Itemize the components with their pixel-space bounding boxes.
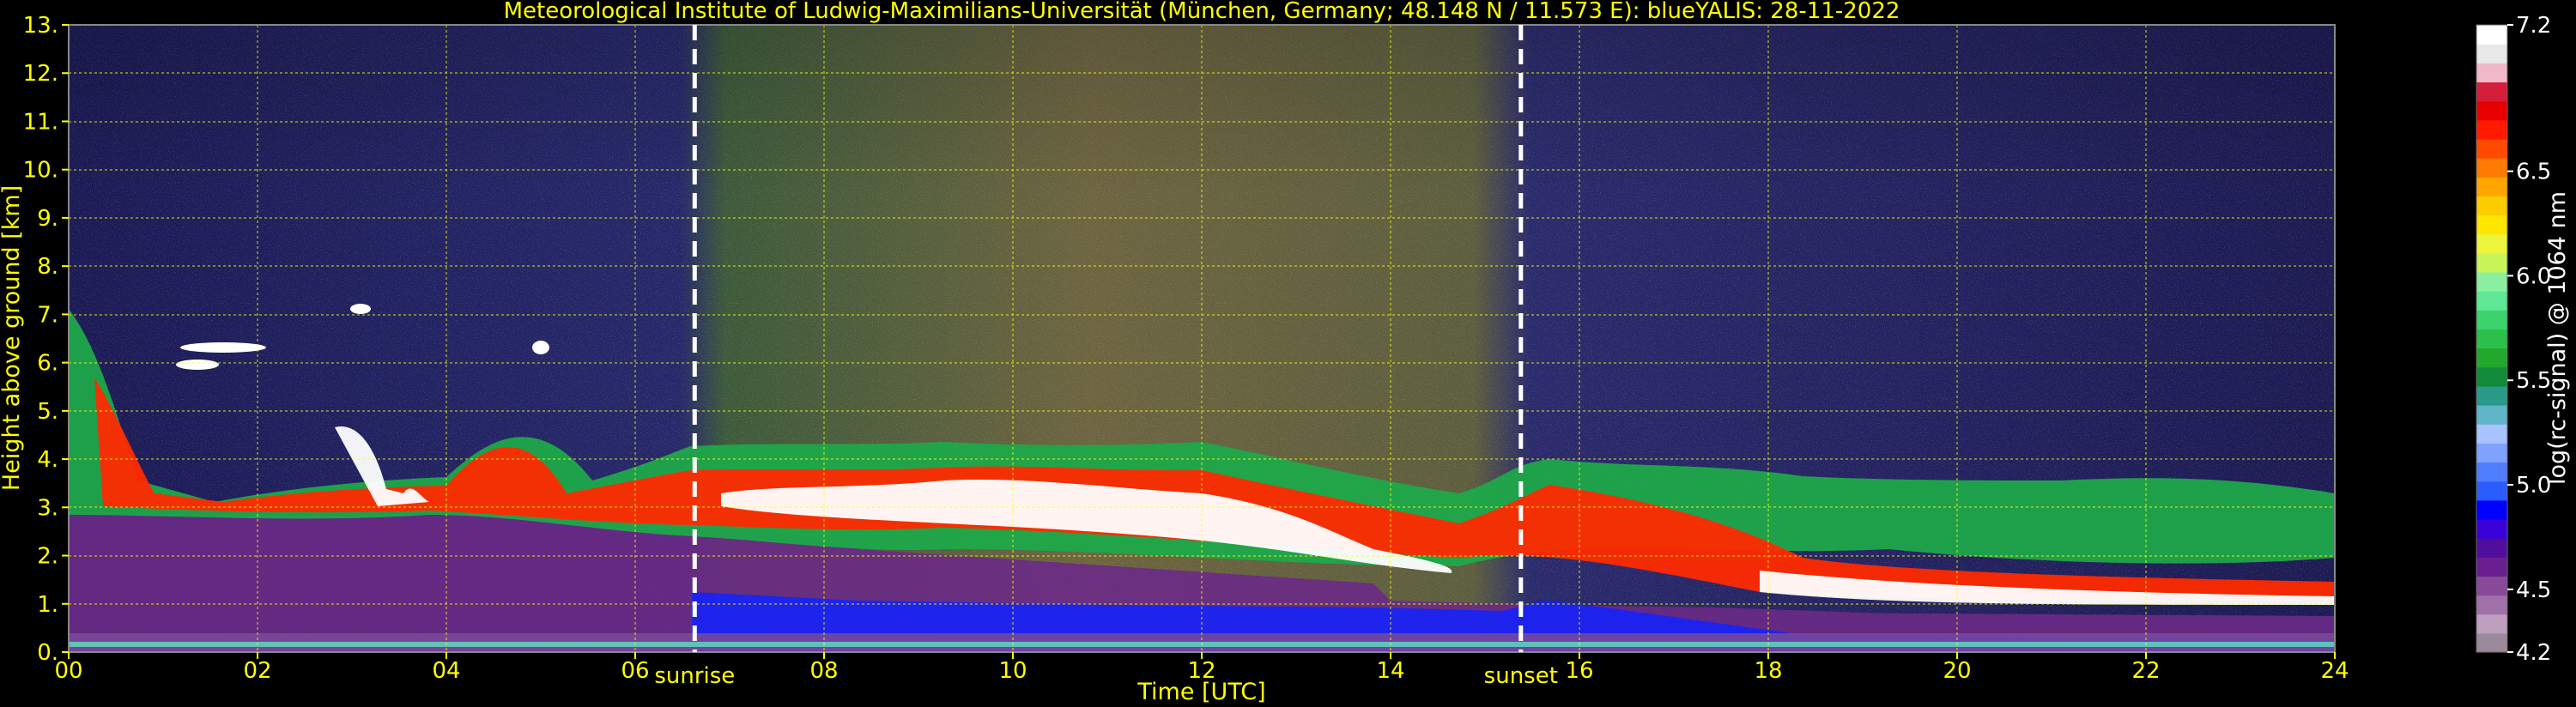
colorbar-tick-label: 6.5 xyxy=(2516,160,2551,185)
y-tick-label: 3. xyxy=(37,495,58,521)
colorbar-segment xyxy=(2476,215,2507,235)
colorbar-segment xyxy=(2476,158,2507,178)
x-tick-label: 06 xyxy=(621,658,649,684)
y-tick-label: 7. xyxy=(37,302,58,328)
y-tick-label: 4. xyxy=(37,447,58,473)
colorbar-tick-label: 4.2 xyxy=(2516,640,2551,666)
colorbar-segment xyxy=(2476,138,2507,159)
colorbar-segment xyxy=(2476,366,2507,387)
colorbar-tick-label: 4.5 xyxy=(2516,577,2551,603)
colorbar-segment xyxy=(2476,177,2507,196)
colorbar-segment xyxy=(2476,196,2507,216)
colorbar-segment xyxy=(2476,82,2507,102)
y-tick-label: 6. xyxy=(37,351,58,377)
y-tick-label: 11. xyxy=(23,109,58,135)
colorbar-segment xyxy=(2476,538,2507,558)
chart-title: Meteorological Institute of Ludwig-Maxim… xyxy=(504,0,1900,24)
y-tick-label: 0. xyxy=(37,640,58,666)
y-tick-label: 9. xyxy=(37,206,58,232)
colorbar-tick-label: 7.2 xyxy=(2516,13,2551,39)
colorbar-segment xyxy=(2476,499,2507,520)
colorbar-segment xyxy=(2476,100,2507,121)
colorbar-segment xyxy=(2476,613,2507,634)
colorbar-segment xyxy=(2476,233,2507,254)
x-tick-label: 14 xyxy=(1376,658,1404,684)
y-axis-label: Height above ground [km] xyxy=(0,185,25,491)
annotation-sunrise-label: sunrise xyxy=(654,663,735,689)
colorbar-segment xyxy=(2476,119,2507,140)
annotation-sunset-label: sunset xyxy=(1484,663,1558,689)
y-tick-label: 13. xyxy=(23,13,58,39)
colorbar-segment xyxy=(2476,291,2507,311)
colorbar-segment xyxy=(2476,25,2507,45)
colorbar-segment xyxy=(2476,462,2507,482)
x-tick-label: 16 xyxy=(1565,658,1593,684)
colorbar-segment xyxy=(2476,480,2507,501)
colorbar-segment xyxy=(2476,576,2507,596)
x-tick-label: 10 xyxy=(998,658,1027,684)
colorbar-segment xyxy=(2476,63,2507,83)
y-tick-label: 8. xyxy=(37,254,58,280)
colorbar-segment xyxy=(2476,595,2507,615)
colorbar-segment xyxy=(2476,329,2507,349)
colorbar-segment xyxy=(2476,518,2507,539)
colorbar-segment xyxy=(2476,557,2507,577)
colorbar-segment xyxy=(2476,405,2507,425)
lidar-chart: Meteorological Institute of Ludwig-Maxim… xyxy=(0,0,2571,705)
x-axis-label: Time [UTC] xyxy=(1136,679,1265,705)
colorbar-segment xyxy=(2476,443,2507,463)
y-tick-label: 5. xyxy=(37,399,58,425)
x-tick-label: 04 xyxy=(432,658,460,684)
y-tick-label: 2. xyxy=(37,544,58,570)
y-tick-label: 12. xyxy=(23,61,58,87)
x-tick-label: 08 xyxy=(809,658,838,684)
x-tick-label: 00 xyxy=(54,658,82,684)
x-tick-label: 02 xyxy=(243,658,271,684)
x-tick-label: 24 xyxy=(2320,658,2349,684)
colorbar-segment xyxy=(2476,385,2507,406)
colorbar-segment xyxy=(2476,44,2507,63)
colorbar-segment xyxy=(2476,424,2507,444)
y-tick-label: 10. xyxy=(23,158,58,184)
colorbar: 4.24.55.05.56.06.57.2 log(rc-signal) @ 1… xyxy=(2476,13,2571,666)
colorbar-segments xyxy=(2476,25,2507,653)
x-tick-label: 22 xyxy=(2131,658,2160,684)
colorbar-segment xyxy=(2476,632,2507,653)
colorbar-label: log(rc-signal) @ 1064 nm xyxy=(2544,191,2571,485)
colorbar-segment xyxy=(2476,271,2507,292)
y-tick-label: 1. xyxy=(37,592,58,618)
plot-area xyxy=(68,24,2336,653)
y-axis-ticks: 0. 1. 2. 3. 4. 5. 6. 7. 8. 9. 10. 11. 12. 13. xyxy=(23,13,69,666)
colorbar-segment xyxy=(2476,252,2507,273)
x-tick-label: 18 xyxy=(1754,658,1782,684)
colorbar-segment xyxy=(2476,347,2507,368)
colorbar-segment xyxy=(2476,310,2507,330)
x-tick-label: 20 xyxy=(1943,658,1971,684)
